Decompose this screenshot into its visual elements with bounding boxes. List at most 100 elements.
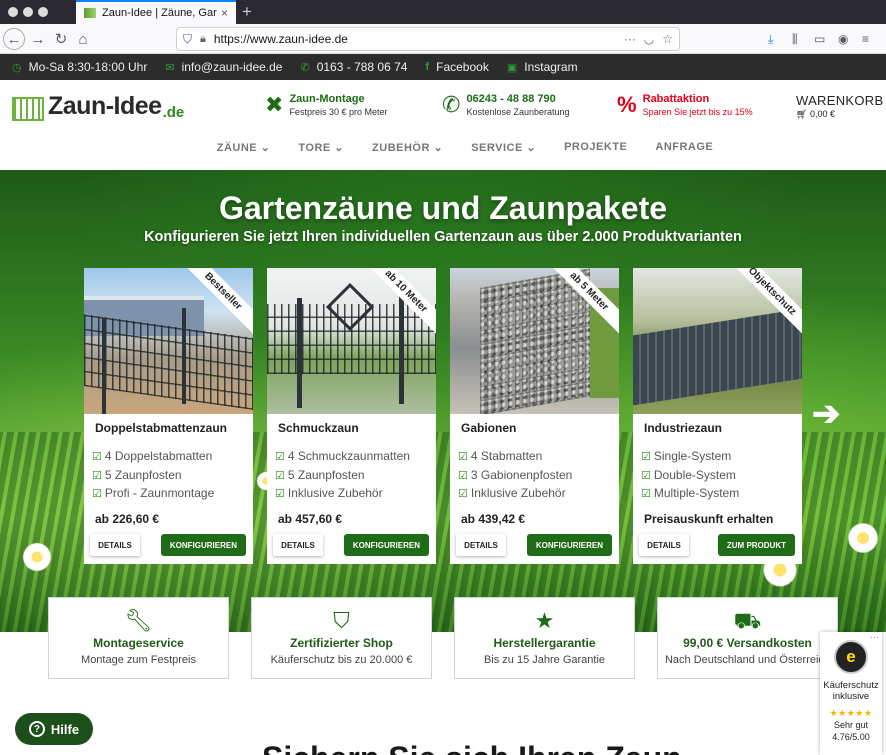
new-tab-icon[interactable]: + [242,2,252,22]
phone-icon: ✆ [442,92,461,117]
product-image-schmuckzaun[interactable]: ab 10 Meter [267,268,436,414]
menu-item-zaeune[interactable]: ZÄUNE ⌄ [203,141,285,154]
daisy-decoration [845,520,881,556]
check-icon: ☑ [641,488,651,500]
page-actions-icon[interactable]: ··· [624,32,636,46]
facebook-link[interactable]: f Facebook [425,60,488,74]
product-card-gabionen[interactable]: ab 5 Meter Gabionen ☑ 4 Stabmatten ☑ 3 Gab… [450,268,619,564]
details-button[interactable]: DETAILS [456,534,506,556]
hero-title: Gartenzäune und Zaunpakete [218,190,668,226]
check-icon: ☑ [458,451,468,463]
product-price: ab 226,60 € [95,512,160,526]
favicon-icon [84,8,96,18]
window-minimize-dot[interactable] [23,7,33,17]
details-button[interactable]: DETAILS [90,534,140,556]
trusted-shops-badge[interactable]: ··· e Käuferschutz inklusive ★★★★★ Sehr g… [820,632,882,755]
check-icon: ☑ [92,469,102,482]
menu-item-service[interactable]: SERVICE ⌄ [457,141,550,154]
feature-versand[interactable]: ⛟ 99,00 € Versandkosten Nach Deutschland… [657,597,838,679]
forward-icon[interactable]: → [27,28,49,50]
product-title[interactable]: Industriezaun [644,421,722,435]
product-card-industriezaun[interactable]: Objektschutz Industriezaun ☑ Single-Syste… [633,268,802,564]
product-title[interactable]: Gabionen [461,421,516,435]
check-icon: ☑ [275,469,285,482]
instagram-icon: ▣ [506,61,518,74]
main-menu: ZÄUNE ⌄ TORE ⌄ ZUBEHÖR ⌄ SERVICE ⌄ PROJE… [0,141,886,154]
product-title[interactable]: Doppelstabmattenzaun [95,421,227,435]
usp-montage[interactable]: ✖ Zaun-Montage Festpreis 30 € pro Meter [265,92,387,118]
tracking-shield-icon[interactable]: ⛉ [183,32,192,47]
more-options-icon[interactable]: ··· [870,632,879,642]
check-icon: ☑ [641,451,651,463]
feature-list: ☑ 4 Doppelstabmatten ☑ 5 Zaunpfosten ☑ Prof… [92,449,215,500]
downloads-icon[interactable]: ⤓ [768,32,773,47]
product-image-gabionen[interactable]: ab 5 Meter [450,268,619,414]
cart-icon: 🛒︎ [796,109,808,119]
percent-icon: % [617,92,637,117]
back-icon[interactable]: ← [3,28,25,50]
feature-garantie[interactable]: ★ Herstellergarantie Bis zu 15 Jahre Gar… [454,597,635,679]
check-icon: ☑ [458,469,468,482]
reload-icon[interactable]: ↻ [50,28,72,50]
product-title[interactable]: Schmuckzaun [278,421,359,435]
feature-list: ☑ 4 Stabmatten ☑ 3 Gabionenpfosten ☑ Inklus… [458,449,573,500]
library-icon[interactable]: ⫼ [792,32,798,47]
pocket-icon[interactable]: ◡ [644,32,654,46]
url-bar[interactable]: ⛉ 🔒︎ https://www.zaun-idee.de ··· ◡ ☆ [176,27,680,51]
clock-icon: ◷ [12,61,22,74]
product-image-industriezaun[interactable]: Objektschutz [633,268,802,414]
menu-hamburger-icon[interactable]: ≡ [862,32,869,46]
fence-logo-icon [12,97,44,121]
usp-phone[interactable]: ✆ 06243 - 48 88 790 Kostenlose Zaunberat… [442,92,570,118]
help-button[interactable]: ? Hilfe [15,713,93,745]
menu-item-zubehoer[interactable]: ZUBEHÖR ⌄ [358,141,457,154]
configure-button[interactable]: KONFIGURIEREN [526,534,612,556]
product-price: ab 439,42 € [461,512,526,526]
product-price: Preisauskunft erhalten [644,512,774,526]
details-button[interactable]: DETAILS [273,534,323,556]
account-icon[interactable]: ◉ [838,32,848,46]
menu-item-projekte[interactable]: PROJEKTE [550,141,641,154]
check-icon: ☑ [458,488,468,500]
bookmark-star-icon[interactable]: ☆ [662,32,673,46]
star-icon: ★ [534,608,555,633]
truck-icon: ⛟ [733,608,762,633]
site-logo[interactable]: Zaun-Idee .de [12,92,184,121]
cart-button[interactable]: WARENKORB 🛒︎ 0,00 € [796,93,883,120]
check-icon: ☑ [641,469,651,482]
hero-subtitle: Konfigurieren Sie jetzt Ihren individuel… [144,229,742,245]
browser-tab-bar: Zaun-Idee | Zäune, Gartentore u × + [0,0,886,24]
tab-title: Zaun-Idee | Zäune, Gartentore u [102,7,217,19]
daisy-decoration [20,540,54,574]
window-close-dot[interactable] [8,7,18,17]
shield-icon: ⛉ [333,608,350,633]
window-zoom-dot[interactable] [38,7,48,17]
whatsapp-link[interactable]: ✆ 0163 - 788 06 74 [300,60,407,74]
feature-montageservice[interactable]: 🔧︎ Montageservice Montage zum Festpreis [48,597,229,679]
check-icon: ☑ [275,488,285,500]
menu-item-anfrage[interactable]: ANFRAGE [641,141,727,154]
browser-tab[interactable]: Zaun-Idee | Zäune, Gartentore u × [76,0,236,24]
carousel-next-arrow-icon[interactable]: ➔ [812,394,841,434]
configure-button[interactable]: KONFIGURIEREN [160,534,246,556]
product-button[interactable]: ZUM PRODUKT [717,534,795,556]
url-text[interactable]: https://www.zaun-idee.de [214,32,616,46]
product-card-doppelstab[interactable]: Bestseller Doppelstabmattenzaun ☑ 4 Doppe… [84,268,253,564]
instagram-link[interactable]: ▣ Instagram [507,60,578,74]
lock-icon[interactable]: 🔒︎ [200,33,206,46]
product-card-schmuckzaun[interactable]: ab 10 Meter Schmuckzaun ☑ 4 Schmuckzaunma… [267,268,436,564]
browser-nav-bar: ← → ↻ ⌂ ⛉ 🔒︎ https://www.zaun-idee.de ··… [0,24,886,54]
feature-zertifiziert[interactable]: ⛉ Zertifizierter Shop Käuferschutz bis z… [251,597,432,679]
email-link[interactable]: ✉ info@zaun-idee.de [165,60,282,74]
top-info-bar: ◷ Mo-Sa 8:30-18:00 Uhr ✉ info@zaun-idee.de… [0,54,886,80]
configure-button[interactable]: KONFIGURIEREN [343,534,429,556]
menu-item-tore[interactable]: TORE ⌄ [284,141,358,154]
check-icon: ☑ [275,451,285,463]
home-icon[interactable]: ⌂ [72,28,94,50]
usp-sale[interactable]: % Rabattaktion Sparen Sie jetzt bis zu 1… [617,92,753,118]
sidebar-icon[interactable]: ▭ [814,32,825,46]
tab-close-icon[interactable]: × [221,6,228,20]
hero-section: Gartenzäune und Zaunpakete Konfigurieren… [0,170,886,632]
details-button[interactable]: DETAILS [639,534,689,556]
product-image-doppelstab[interactable]: Bestseller [84,268,253,414]
